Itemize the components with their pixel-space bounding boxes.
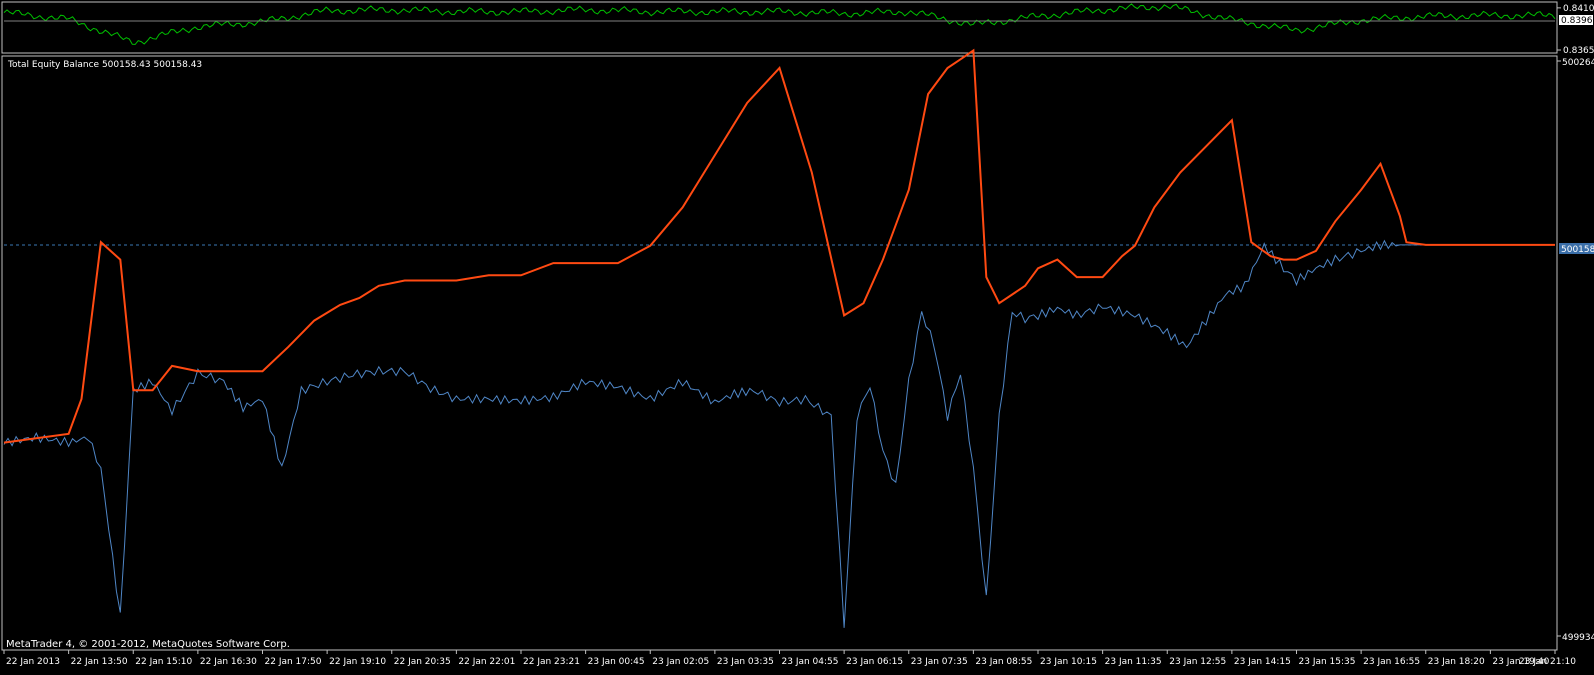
time-axis-tick-label: 22 Jan 17:50 [265, 657, 322, 667]
price-current-tag: 0.8396 [1559, 15, 1593, 26]
time-axis-tick-label: 22 Jan 22:01 [458, 657, 515, 667]
time-axis-tick-label: 22 Jan 13:50 [71, 657, 128, 667]
price-axis-tick-label: 0.8410 [1563, 4, 1594, 14]
price-axis-tick-label: 0.8365 [1563, 46, 1594, 56]
time-axis-tick-label: 22 Jan 15:10 [135, 657, 192, 667]
time-axis-tick-label: 22 Jan 19:10 [329, 657, 386, 667]
chart-canvas: 0.8410 0.8365 0.8396 Total Equity Balance… [0, 0, 1594, 675]
time-axis-tick-label: 23 Jan 00:45 [588, 657, 645, 667]
time-axis-tick-label: 23 Jan 07:35 [911, 657, 968, 667]
indicator-current-tag: 500158. [1559, 243, 1594, 255]
time-axis-tick-label: 22 Jan 16:30 [200, 657, 257, 667]
chart-background [0, 0, 1594, 675]
time-axis-tick-label: 23 Jan 11:35 [1105, 657, 1162, 667]
time-axis-tick-label: 23 Jan 14:15 [1234, 657, 1291, 667]
indicator-axis-tick-label: 499934. [1562, 633, 1594, 643]
time-axis-tick-label: 23 Jan 02:05 [652, 657, 709, 667]
price-current-label: 0.8396 [1561, 16, 1593, 26]
time-axis-tick-label: 22 Jan 23:21 [523, 657, 580, 667]
time-axis-tick-label: 23 Jan 21:10 [1519, 657, 1576, 667]
time-axis-tick-label: 23 Jan 03:35 [717, 657, 774, 667]
time-axis-tick-label: 23 Jan 15:35 [1299, 657, 1356, 667]
time-axis-tick-label: 22 Jan 2013 [6, 657, 60, 667]
indicator-axis-tick-label: 500264. [1562, 58, 1594, 68]
indicator-title: Total Equity Balance 500158.43 500158.43 [7, 60, 202, 70]
time-axis-tick-label: 23 Jan 06:15 [846, 657, 903, 667]
indicator-current-label: 500158. [1561, 245, 1594, 255]
time-axis-tick-label: 23 Jan 12:55 [1169, 657, 1226, 667]
time-axis-tick-label: 22 Jan 20:35 [394, 657, 451, 667]
time-axis-tick-label: 23 Jan 10:15 [1040, 657, 1097, 667]
time-axis-tick-label: 23 Jan 04:55 [782, 657, 839, 667]
copyright-text: MetaTrader 4, © 2001-2012, MetaQuotes So… [6, 639, 290, 650]
time-axis-tick-label: 23 Jan 18:20 [1428, 657, 1485, 667]
time-axis-tick-label: 23 Jan 08:55 [975, 657, 1032, 667]
time-axis-tick-label: 23 Jan 16:55 [1363, 657, 1420, 667]
